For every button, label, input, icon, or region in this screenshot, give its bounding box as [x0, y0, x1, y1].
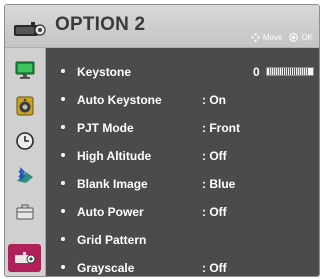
menu-item-auto-keystone[interactable]: Auto Keystone : On — [46, 86, 319, 114]
menu-item-keystone[interactable]: Keystone 0 — [46, 58, 319, 86]
page-title: OPTION 2 — [55, 14, 146, 35]
menu-item-value: : On — [202, 93, 226, 107]
sidebar-item-option2[interactable] — [8, 244, 41, 272]
menu-item-value: : Front — [202, 121, 240, 135]
menu-item-value: : Off — [202, 149, 227, 163]
option-settings-list: Keystone 0 Auto Keystone : On PJT Mode :… — [46, 48, 319, 276]
sidebar-item-bluetooth[interactable] — [8, 163, 41, 191]
navigation-hints: Move OK — [250, 33, 313, 42]
menu-item-label: Blank Image — [77, 177, 148, 191]
monitor-icon — [15, 61, 34, 79]
keystone-slider[interactable] — [266, 67, 314, 76]
menu-item-label: High Altitude — [77, 149, 152, 163]
menu-item-value: : Off — [202, 205, 227, 219]
keystone-value: 0 — [253, 65, 260, 79]
menu-item-grayscale[interactable]: Grayscale : Off — [46, 254, 319, 276]
briefcase-icon — [16, 204, 33, 220]
bullet — [61, 153, 65, 157]
bullet — [61, 237, 65, 241]
ok-button-icon — [289, 33, 299, 42]
sidebar-item-time[interactable] — [8, 127, 41, 155]
bullet — [61, 97, 65, 101]
menu-item-value: : Off — [202, 261, 227, 275]
menu-item-pjt-mode[interactable]: PJT Mode : Front — [46, 114, 319, 142]
menu-item-label: PJT Mode — [77, 121, 134, 135]
bullet — [61, 209, 65, 213]
menu-item-value: : Blue — [202, 177, 236, 191]
menu-item-grid-pattern[interactable]: Grid Pattern — [46, 226, 319, 254]
bullet — [61, 181, 65, 185]
hint-ok-label: OK — [301, 33, 313, 42]
projector-icon — [14, 252, 35, 264]
move-arrows-icon — [250, 33, 260, 42]
menu-item-auto-power[interactable]: Auto Power : Off — [46, 198, 319, 226]
category-sidebar — [5, 48, 46, 276]
hint-move-label: Move — [262, 33, 283, 42]
bullet — [61, 69, 65, 73]
sidebar-item-picture[interactable] — [8, 56, 41, 84]
menu-header: OPTION 2 Move OK — [5, 5, 319, 48]
menu-item-high-altitude[interactable]: High Altitude : Off — [46, 142, 319, 170]
speaker-icon — [16, 96, 33, 116]
bullet — [61, 265, 65, 269]
menu-item-label: Auto Keystone — [77, 93, 162, 107]
menu-item-label: Auto Power — [77, 205, 144, 219]
clock-icon — [15, 132, 34, 150]
menu-item-blank-image[interactable]: Blank Image : Blue — [46, 170, 319, 198]
option-menu-window: OPTION 2 Move OK Keystone 0 Auto Keyston… — [4, 4, 320, 277]
bullet — [61, 125, 65, 129]
bluetooth-icon — [16, 167, 33, 183]
menu-item-label: Grid Pattern — [77, 233, 147, 247]
projector-icon — [14, 22, 46, 36]
sidebar-item-audio[interactable] — [8, 92, 41, 120]
menu-item-label: Grayscale — [77, 261, 135, 275]
menu-item-label: Keystone — [77, 65, 132, 79]
sidebar-item-option1[interactable] — [8, 198, 41, 226]
